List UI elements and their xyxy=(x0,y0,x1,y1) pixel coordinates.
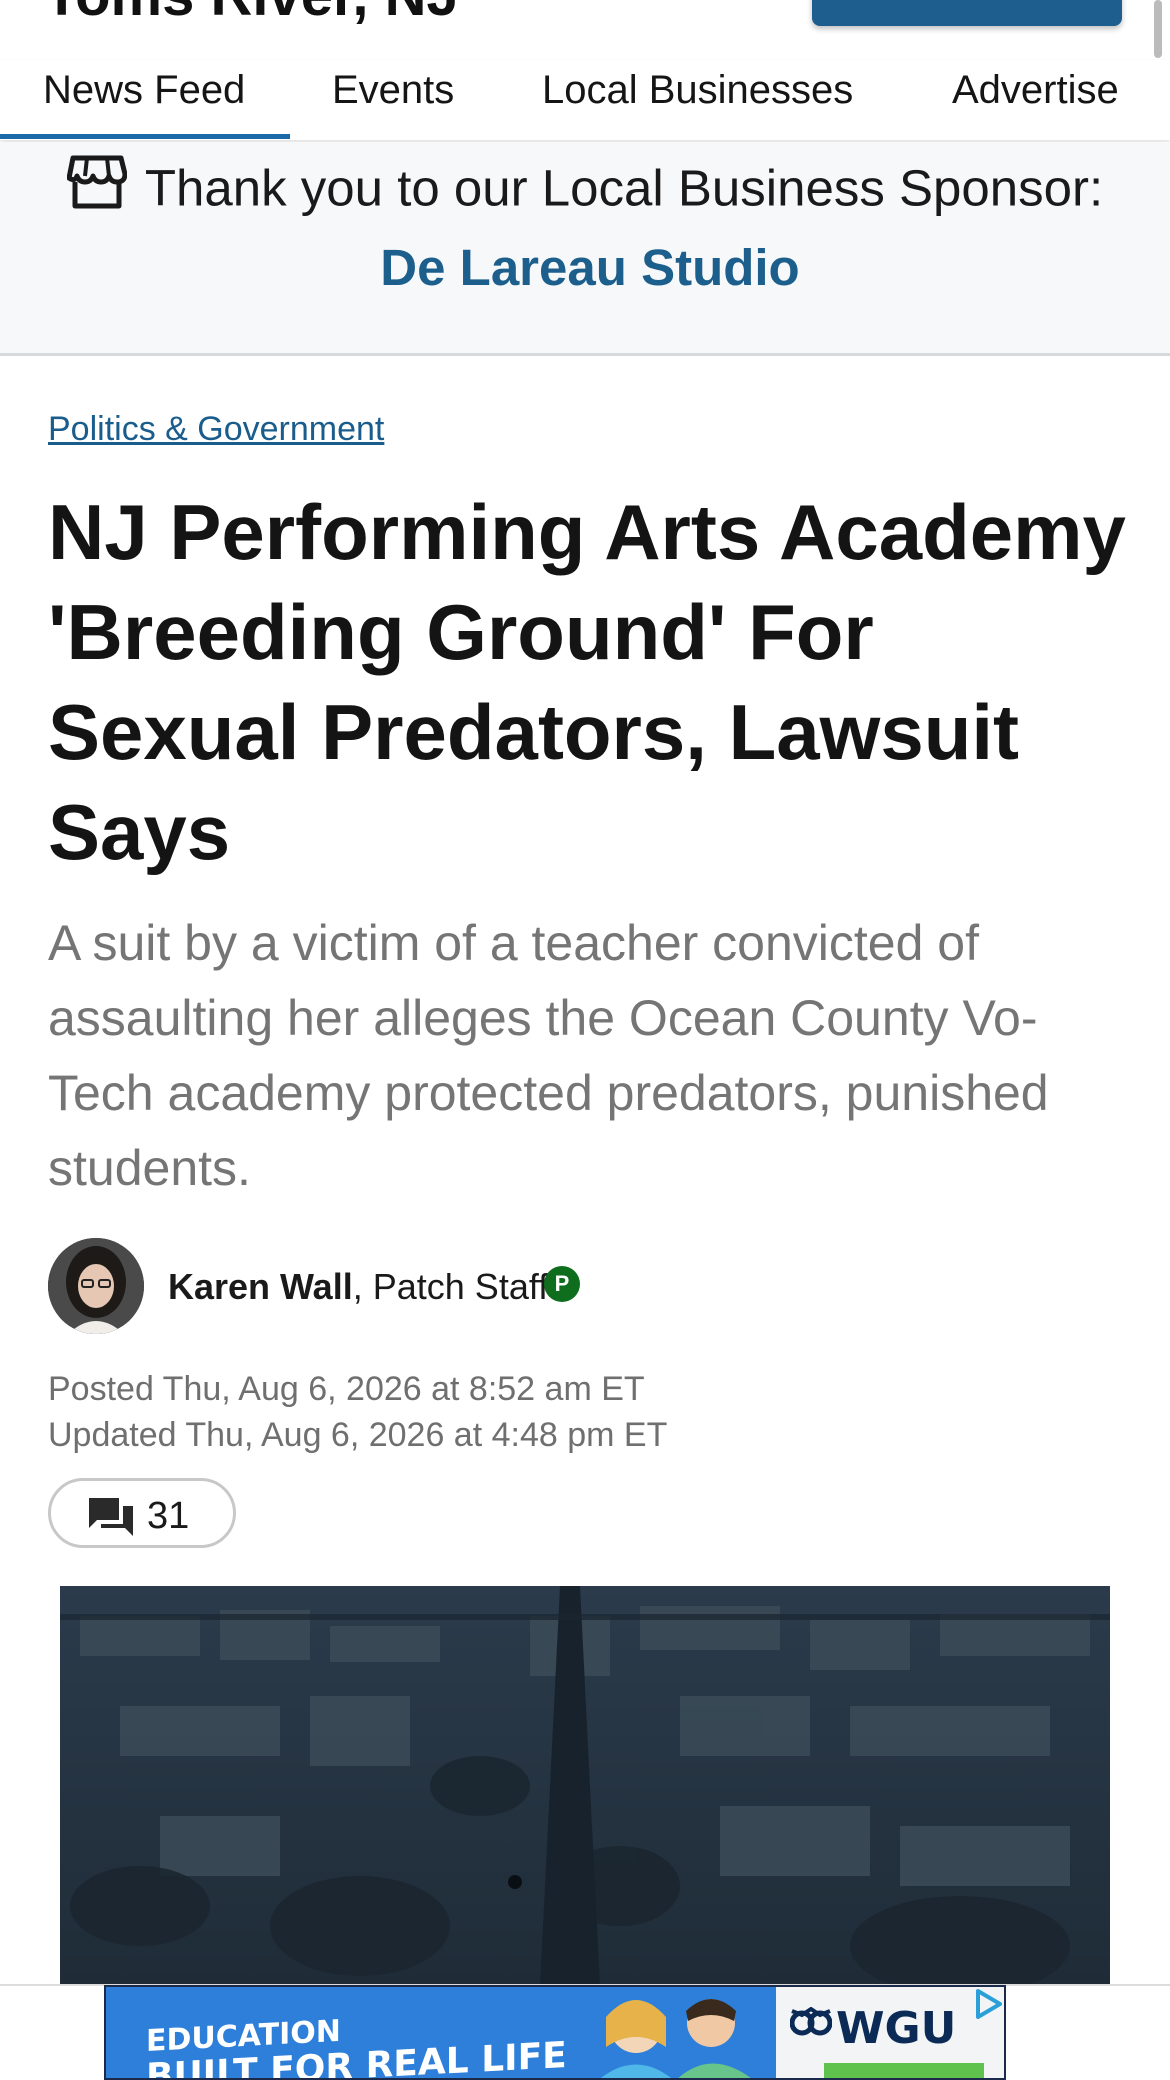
ad-headline: EDUCATION BUILT FOR REAL LIFE xyxy=(146,2002,567,2078)
ad-brand-panel: WGU xyxy=(776,1987,1004,2078)
ad-brand-logo: WGU xyxy=(836,2003,957,2054)
owl-logo-icon xyxy=(789,2006,833,2048)
author-role: Patch Staff xyxy=(372,1266,549,1307)
ad-people-image xyxy=(601,1999,751,2078)
category-link[interactable]: Politics & Government xyxy=(48,410,384,449)
tab-advertise[interactable]: Advertise xyxy=(952,60,1119,140)
advertisement-banner[interactable]: EDUCATION BUILT FOR REAL LIFE WGU xyxy=(104,1985,1006,2080)
byline-separator: , xyxy=(352,1266,363,1307)
updated-date: Updated Thu, Aug 6, 2026 at 4:48 pm ET xyxy=(48,1416,668,1454)
scrollbar[interactable] xyxy=(1154,0,1162,58)
ad-cta-strip xyxy=(824,2063,984,2078)
article-dek: A suit by a victim of a teacher convicte… xyxy=(48,915,1049,1196)
patch-staff-badge-icon: P xyxy=(544,1266,580,1302)
site-title[interactable]: Toms River, NJ xyxy=(44,0,459,29)
comment-count: 31 xyxy=(147,1495,190,1537)
comments-button[interactable]: 31 xyxy=(48,1478,236,1548)
adchoices-icon[interactable] xyxy=(974,1989,1004,2024)
tab-events[interactable]: Events xyxy=(332,60,454,140)
article-dates: Posted Thu, Aug 6, 2026 at 8:52 am ET Up… xyxy=(48,1366,667,1458)
article-headline: NJ Performing Arts Academy 'Breeding Gro… xyxy=(48,488,1126,876)
sponsor-prefix: Thank you to our Local Business Sponsor: xyxy=(144,159,1104,217)
author-name-link[interactable]: Karen Wall xyxy=(168,1266,353,1307)
section-tabs: News Feed Events Local Businesses Advert… xyxy=(0,60,1170,140)
active-tab-indicator xyxy=(0,134,290,139)
comment-icon xyxy=(87,1496,135,1543)
article-hero-image[interactable] xyxy=(60,1586,1110,1986)
storefront-icon xyxy=(66,154,128,222)
posted-date: Posted Thu, Aug 6, 2026 at 8:52 am ET xyxy=(48,1370,645,1408)
sponsor-name-link[interactable]: De Lareau Studio xyxy=(0,238,1170,297)
sponsor-line: Thank you to our Local Business Sponsor: xyxy=(0,155,1170,226)
tab-local-businesses[interactable]: Local Businesses xyxy=(542,60,853,140)
sponsor-banner: Thank you to our Local Business Sponsor:… xyxy=(0,142,1170,356)
subscribe-button[interactable] xyxy=(812,0,1122,26)
byline: Karen Wall, Patch Staff xyxy=(168,1266,548,1308)
site-header: Toms River, NJ xyxy=(0,0,1170,40)
author-avatar[interactable] xyxy=(48,1238,144,1334)
tab-news-feed[interactable]: News Feed xyxy=(43,60,245,140)
